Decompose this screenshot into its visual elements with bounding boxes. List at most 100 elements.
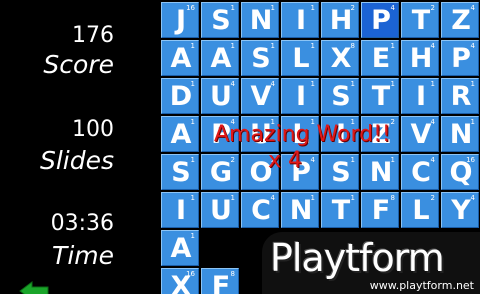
letter-tile[interactable]: N1 [281, 192, 319, 228]
tile-points: 1 [190, 232, 195, 240]
watermark-logo: Playtform www.playtform.net [262, 232, 480, 294]
letter-tile[interactable]: A1 [161, 40, 199, 76]
letter-tile[interactable]: D1 [161, 78, 199, 114]
score-label: Score [43, 50, 114, 79]
letter-tile[interactable]: L2 [401, 192, 439, 228]
letter-tile[interactable]: H4 [401, 40, 439, 76]
letter-tile[interactable]: I1 [401, 78, 439, 114]
tile-points: 4 [270, 194, 275, 202]
slides-label: Slides [39, 146, 114, 175]
letter-tile[interactable]: V4 [401, 116, 439, 152]
tile-points: 1 [270, 4, 275, 12]
tile-points: 2 [350, 4, 355, 12]
tile-points: 4 [310, 156, 315, 164]
tile-points: 16 [466, 156, 475, 164]
letter-tile[interactable]: S1 [201, 2, 239, 38]
tile-points: 1 [190, 156, 195, 164]
tile-points: 1 [310, 4, 315, 12]
watermark-url: www.playtform.net [369, 279, 474, 292]
letter-tile[interactable]: I1 [281, 78, 319, 114]
tile-points: 1 [310, 194, 315, 202]
tile-points: 4 [430, 156, 435, 164]
letter-tile[interactable]: X 16 [161, 268, 199, 294]
tile-points: 1 [310, 42, 315, 50]
tile-points: 1 [230, 4, 235, 12]
letter-tile[interactable]: Q 16 [441, 154, 479, 190]
tile-points: 4 [470, 194, 475, 202]
tile-points: 4 [230, 80, 235, 88]
letter-tile[interactable]: R1 [441, 78, 479, 114]
letter-tile[interactable]: N1 [241, 2, 279, 38]
tile-points: 4 [470, 42, 475, 50]
letter-tile[interactable]: F8 [201, 268, 239, 294]
tile-points: 2 [230, 156, 235, 164]
letter-tile[interactable]: P4 [441, 40, 479, 76]
tile-points: 2 [430, 194, 435, 202]
letter-tile[interactable]: U4 [201, 78, 239, 114]
stats-panel: 176 Score 100 Slides 03:36 Time [0, 0, 158, 294]
letter-tile[interactable]: V4 [241, 78, 279, 114]
letter-tile[interactable]: Y4 [441, 192, 479, 228]
tile-points: 4 [270, 80, 275, 88]
letter-tile[interactable]: S1 [321, 154, 359, 190]
tile-points: 4 [430, 118, 435, 126]
tile-points: 1 [470, 80, 475, 88]
tile-points: 1 [230, 194, 235, 202]
tile-points: 1 [390, 156, 395, 164]
letter-tile[interactable]: X8 [321, 40, 359, 76]
letter-tile[interactable]: I1 [281, 2, 319, 38]
letter-tile[interactable]: N1 [441, 116, 479, 152]
tile-points: 4 [430, 42, 435, 50]
tile-points: 1 [470, 118, 475, 126]
time-label: Time [52, 241, 114, 270]
tile-points: 16 [186, 270, 195, 278]
tile-points: 1 [390, 42, 395, 50]
tile-points: 1 [190, 80, 195, 88]
tile-points: 8 [350, 42, 355, 50]
tile-points: 1 [270, 42, 275, 50]
tile-points: 8 [230, 270, 235, 278]
letter-tile[interactable]: J 16 [161, 2, 199, 38]
tile-points: 8 [390, 194, 395, 202]
tile-points: 1 [390, 80, 395, 88]
letter-tile[interactable]: T2 [401, 2, 439, 38]
letter-tile[interactable]: A1 [201, 40, 239, 76]
letter-tile[interactable]: I1 [161, 192, 199, 228]
letter-tile[interactable]: U1 [201, 192, 239, 228]
tile-points: 4 [470, 4, 475, 12]
letter-tile[interactable]: A1 [161, 230, 199, 266]
message-amazing-word: Amazing Word!! [214, 122, 391, 147]
tile-points: 1 [190, 42, 195, 50]
letter-tile[interactable]: E1 [361, 40, 399, 76]
letter-tile[interactable]: S1 [161, 154, 199, 190]
letter-tile[interactable]: P4 [361, 2, 399, 38]
watermark-brand: Playtform [270, 236, 445, 280]
tile-points: 1 [310, 80, 315, 88]
letter-tile[interactable]: Z4 [441, 2, 479, 38]
tile-points: 1 [230, 42, 235, 50]
letter-tile[interactable]: S1 [321, 78, 359, 114]
game-screen: 176 Score 100 Slides 03:36 Time J 16 S 1 N 1 I… [0, 0, 480, 294]
message-multiplier: x 4 [268, 148, 303, 173]
letter-tile[interactable]: S1 [241, 40, 279, 76]
slides-value: 100 [72, 117, 114, 142]
letter-tile[interactable]: H2 [321, 2, 359, 38]
score-value: 176 [72, 23, 114, 48]
letter-tile[interactable]: F8 [361, 192, 399, 228]
letter-tile[interactable]: C4 [401, 154, 439, 190]
tile-points: 1 [350, 194, 355, 202]
letter-tile[interactable]: T1 [361, 78, 399, 114]
tile-points: 1 [190, 194, 195, 202]
tile-points: 2 [430, 4, 435, 12]
back-arrow-icon[interactable] [18, 280, 50, 294]
letter-tile[interactable]: T1 [321, 192, 359, 228]
letter-tile[interactable]: A1 [161, 116, 199, 152]
tile-points: 1 [430, 80, 435, 88]
letter-tile[interactable]: C4 [241, 192, 279, 228]
tile-points: 1 [190, 118, 195, 126]
letter-tile[interactable]: L1 [281, 40, 319, 76]
tile-points: 16 [186, 4, 195, 12]
letter-tile[interactable]: N1 [361, 154, 399, 190]
tile-points: 1 [350, 156, 355, 164]
letter-tile[interactable]: G2 [201, 154, 239, 190]
